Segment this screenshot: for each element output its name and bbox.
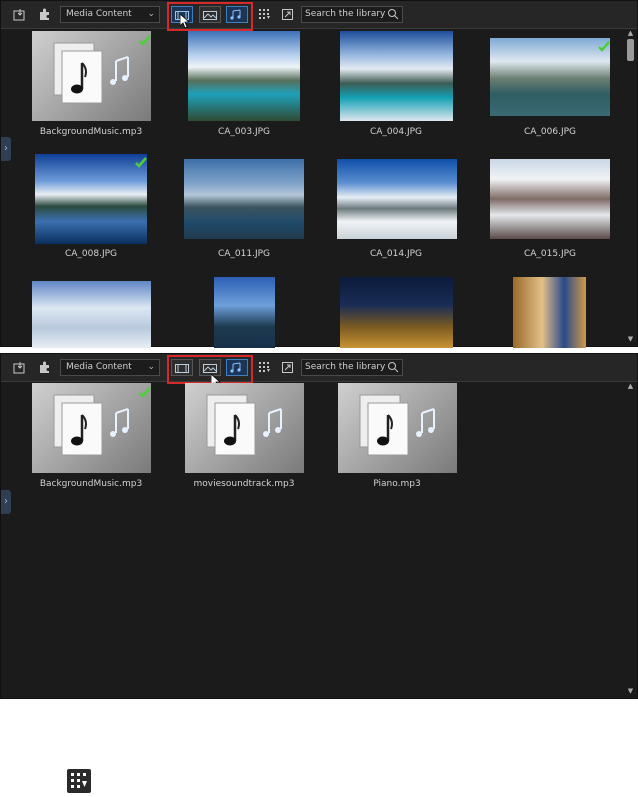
media-filename: BackgroundMusic.mp3 (39, 127, 143, 137)
media-filename: CA_004.JPG (369, 127, 423, 137)
library-toolbar: Media Content ⌄ Search the library (1, 1, 637, 29)
search-icon[interactable] (387, 8, 399, 26)
scroll-down-arrow[interactable]: ▼ (626, 335, 635, 344)
dropdown-label: Media Content (66, 362, 132, 372)
media-content-dropdown[interactable]: Media Content ⌄ (60, 359, 160, 376)
photo-thumbnail[interactable] (490, 38, 610, 116)
filter-audio-button[interactable] (226, 6, 248, 23)
grid-view-icon[interactable] (257, 6, 273, 23)
audio-thumbnail[interactable] (32, 383, 151, 473)
photo-thumbnail[interactable] (513, 277, 586, 348)
filmstrip-icon (175, 358, 189, 377)
audio-thumbnail[interactable] (185, 383, 304, 473)
photo-thumbnail[interactable] (35, 154, 147, 244)
media-filename: CA_014.JPG (369, 249, 423, 259)
chevron-down-icon: ⌄ (147, 9, 155, 19)
in-use-check-icon (135, 154, 147, 168)
media-filename: CA_011.JPG (217, 249, 271, 259)
scroll-thumb[interactable] (627, 39, 634, 61)
dropdown-label: Media Content (66, 9, 132, 19)
grid-view-icon[interactable] (257, 359, 273, 376)
search-icon[interactable] (387, 361, 399, 379)
scroll-up-arrow[interactable]: ▲ (626, 29, 635, 38)
photo-thumbnail[interactable] (340, 277, 453, 348)
media-content-dropdown[interactable]: Media Content ⌄ (60, 6, 160, 23)
media-filename: moviesoundtrack.mp3 (193, 479, 295, 489)
filter-video-button[interactable] (171, 359, 193, 376)
grid-sort-icon (67, 769, 91, 793)
media-filename: CA_003.JPG (217, 127, 271, 137)
landscape-image-icon (203, 5, 217, 24)
audio-thumbnail[interactable] (338, 383, 457, 473)
media-library-panel-all: Media Content ⌄ Search the library › ▲ ▼ (0, 0, 638, 348)
library-search-input[interactable]: Search the library (301, 359, 403, 376)
media-library-panel-audio: Media Content ⌄ Search the library › ▲ ▼ (0, 353, 638, 699)
photo-thumbnail[interactable] (214, 277, 275, 348)
media-filename: BackgroundMusic.mp3 (39, 479, 143, 489)
photo-thumbnail[interactable] (490, 159, 610, 239)
media-filename: CA_008.JPG (64, 249, 118, 259)
in-use-check-icon (139, 32, 151, 46)
audio-thumbnail[interactable] (32, 31, 151, 121)
media-filename: CA_006.JPG (523, 127, 577, 137)
photo-thumbnail[interactable] (188, 31, 300, 121)
scroll-up-arrow[interactable]: ▲ (626, 382, 635, 391)
in-use-check-icon (139, 384, 151, 398)
vertical-scrollbar[interactable]: ▲ ▼ (626, 382, 635, 696)
photo-thumbnail[interactable] (184, 159, 304, 239)
import-media-icon[interactable] (11, 359, 29, 376)
library-search-input[interactable]: Search the library (301, 6, 403, 23)
scroll-down-arrow[interactable]: ▼ (626, 687, 635, 696)
import-media-icon[interactable] (11, 6, 29, 23)
expand-icon[interactable] (279, 359, 295, 376)
expand-icon[interactable] (279, 6, 295, 23)
plugin-icon[interactable] (36, 359, 54, 376)
in-use-check-icon (598, 38, 610, 52)
filter-audio-button[interactable] (226, 359, 248, 376)
plugin-icon[interactable] (36, 6, 54, 23)
filter-image-button[interactable] (199, 6, 221, 23)
media-filename: Piano.mp3 (373, 479, 421, 489)
photo-thumbnail[interactable] (340, 31, 453, 121)
search-placeholder: Search the library (305, 362, 386, 372)
search-placeholder: Search the library (305, 9, 386, 19)
library-toolbar: Media Content ⌄ Search the library (1, 354, 637, 382)
photo-thumbnail[interactable] (337, 159, 457, 239)
expand-side-panel-tab[interactable]: › (1, 137, 11, 161)
vertical-scrollbar[interactable]: ▲ ▼ (626, 29, 635, 344)
media-filename: CA_015.JPG (523, 249, 577, 259)
music-notes-icon (230, 5, 244, 24)
expand-side-panel-tab[interactable]: › (1, 490, 11, 514)
music-notes-icon (230, 358, 244, 377)
photo-thumbnail[interactable] (32, 281, 151, 348)
chevron-down-icon: ⌄ (147, 362, 155, 372)
